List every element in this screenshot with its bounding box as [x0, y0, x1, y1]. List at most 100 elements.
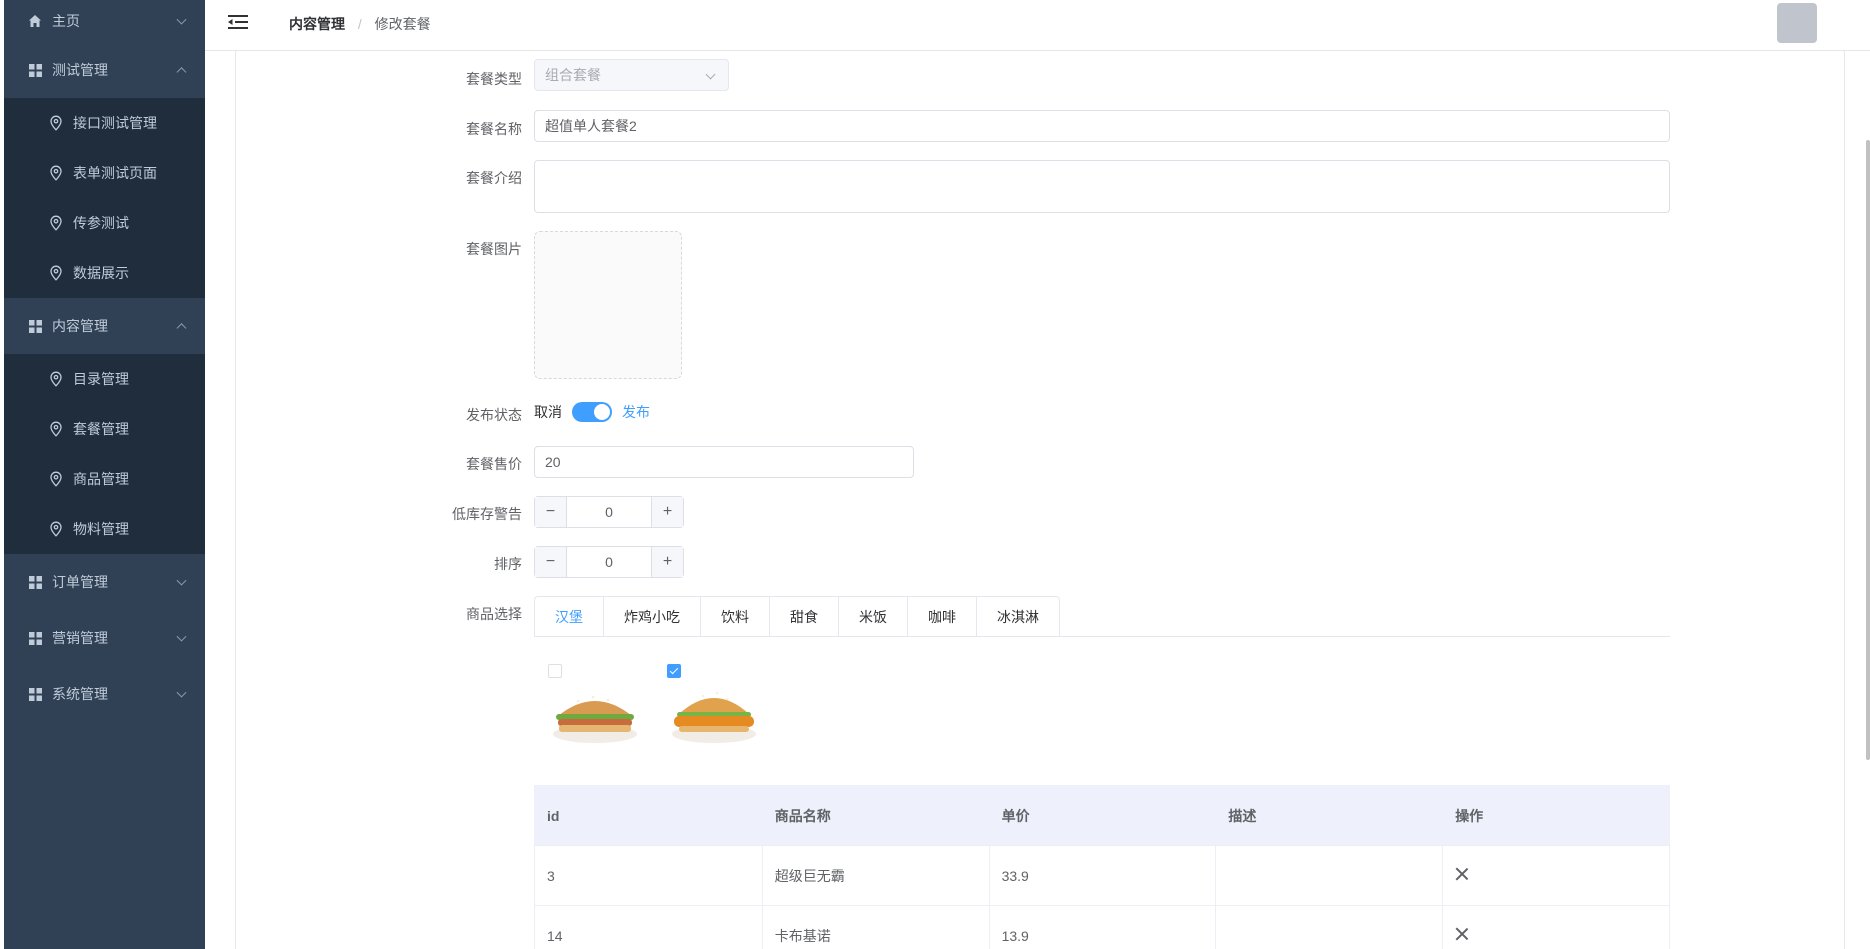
- page-scrollbar[interactable]: [1866, 140, 1870, 760]
- publish-switch[interactable]: [572, 402, 612, 422]
- sidebar-item-combo[interactable]: 套餐管理: [4, 404, 205, 454]
- sidebar-item-products[interactable]: 商品管理: [4, 454, 205, 504]
- stock-alert-label: 低库存警告: [452, 506, 522, 522]
- breadcrumb-separator: /: [357, 16, 362, 32]
- tab-ice-cream[interactable]: 冰淇淋: [976, 597, 1059, 637]
- price-value: 20: [545, 454, 561, 470]
- sidebar-item-data-display[interactable]: 数据展示: [4, 248, 205, 298]
- sidebar-group-system[interactable]: 系统管理: [4, 666, 205, 722]
- sidebar-item-label: 物料管理: [73, 521, 129, 537]
- sidebar-item-label: 目录管理: [73, 371, 129, 387]
- combo-name-input[interactable]: 超值单人套餐2: [534, 110, 1670, 142]
- price-input[interactable]: 20: [534, 446, 914, 478]
- product-select-label: 商品选择: [466, 606, 522, 622]
- table-row: 14 卡布基诺 13.9: [534, 905, 1670, 949]
- sidebar-group-marketing[interactable]: 营销管理: [4, 610, 205, 666]
- switch-knob: [594, 404, 610, 420]
- combo-name-value: 超值单人套餐2: [545, 118, 637, 134]
- sidebar-group-content[interactable]: 内容管理: [4, 298, 205, 354]
- type-label: 套餐类型: [466, 71, 522, 87]
- selected-products-table: id 商品名称 单价 描述 操作 3 超级巨无霸 33.9 14 卡布基诺 13…: [534, 785, 1670, 949]
- tab-fried-chicken[interactable]: 炸鸡小吃: [603, 597, 700, 637]
- sidebar-item-label: 套餐管理: [73, 421, 129, 437]
- product-card[interactable]: [548, 664, 648, 754]
- close-icon[interactable]: [1455, 927, 1469, 941]
- sidebar-item-materials[interactable]: 物料管理: [4, 504, 205, 554]
- increment-button[interactable]: +: [651, 547, 683, 577]
- sort-stepper: − 0 +: [534, 546, 684, 578]
- cell-id: 14: [534, 905, 763, 949]
- switch-on-label[interactable]: 发布: [622, 402, 650, 422]
- chevron-up-icon: [176, 67, 187, 78]
- sidebar-item-home[interactable]: 主页: [4, 0, 205, 42]
- avatar[interactable]: [1777, 3, 1817, 43]
- stock-alert-value[interactable]: 0: [567, 497, 651, 527]
- location-icon: [50, 521, 62, 537]
- sort-value[interactable]: 0: [567, 547, 651, 577]
- grid-icon: [28, 631, 42, 645]
- name-label: 套餐名称: [466, 121, 522, 137]
- sidebar-group-label: 测试管理: [52, 62, 108, 78]
- sidebar-group-label: 内容管理: [52, 318, 108, 334]
- price-label: 套餐售价: [466, 456, 522, 472]
- column-header: 描述: [1215, 785, 1444, 846]
- tab-desserts[interactable]: 甜食: [769, 597, 838, 637]
- publish-switch-group: 取消 发布: [534, 402, 650, 422]
- sidebar-item-label: 商品管理: [73, 471, 129, 487]
- status-label: 发布状态: [466, 407, 522, 423]
- chevron-down-icon: [705, 69, 716, 80]
- increment-button[interactable]: +: [651, 497, 683, 527]
- decrement-button[interactable]: −: [535, 547, 567, 577]
- category-tabs: 汉堡 炸鸡小吃 饮料 甜食 米饭 咖啡 冰淇淋: [534, 596, 1060, 637]
- switch-off-label[interactable]: 取消: [534, 402, 562, 422]
- sidebar-item-form-test[interactable]: 表单测试页面: [4, 148, 205, 198]
- sidebar-group-orders[interactable]: 订单管理: [4, 554, 205, 610]
- location-icon: [50, 421, 62, 437]
- sidebar-item-param-test[interactable]: 传参测试: [4, 198, 205, 248]
- stock-alert-stepper: − 0 +: [534, 496, 684, 528]
- image-upload[interactable]: [534, 231, 682, 379]
- sidebar-item-label: 表单测试页面: [73, 165, 157, 181]
- image-label: 套餐图片: [466, 241, 522, 257]
- cell-desc: [1215, 845, 1444, 906]
- tab-coffee[interactable]: 咖啡: [907, 597, 976, 637]
- sidebar-item-label: 数据展示: [73, 265, 129, 281]
- chevron-down-icon: [176, 575, 187, 586]
- column-header: 操作: [1442, 785, 1670, 846]
- location-icon: [50, 165, 62, 181]
- sidebar-item-label: 主页: [52, 13, 80, 29]
- breadcrumb-parent[interactable]: 内容管理: [289, 16, 345, 32]
- table-header-row: id 商品名称 单价 描述 操作: [534, 785, 1670, 846]
- sidebar-group-label: 订单管理: [52, 574, 108, 590]
- cell-desc: [1215, 905, 1444, 949]
- submenu-test: 接口测试管理 表单测试页面 传参测试 数据展示: [4, 98, 205, 298]
- intro-label: 套餐介绍: [466, 170, 522, 186]
- sidebar-group-label: 营销管理: [52, 630, 108, 646]
- chicken-burger-image: [553, 696, 637, 743]
- chevron-down-icon: [176, 631, 187, 642]
- location-icon: [50, 471, 62, 487]
- column-header: id: [534, 785, 763, 846]
- cell-price: 13.9: [988, 905, 1217, 949]
- chevron-down-icon: [176, 687, 187, 698]
- decrement-button[interactable]: −: [535, 497, 567, 527]
- grid-icon: [28, 63, 42, 77]
- sidebar-item-label: 传参测试: [73, 215, 129, 231]
- sidebar-item-catalog[interactable]: 目录管理: [4, 354, 205, 404]
- breadcrumb-current: 修改套餐: [374, 16, 431, 32]
- sidebar-group-test[interactable]: 测试管理: [4, 42, 205, 98]
- tab-drinks[interactable]: 饮料: [700, 597, 769, 637]
- combo-type-value: 组合套餐: [545, 67, 601, 83]
- combo-intro-textarea[interactable]: [534, 160, 1670, 213]
- sidebar: 主页 测试管理 接口测试管理 表单测试页面 传参测试 数据展示 内容管理 目录管…: [4, 0, 205, 949]
- combo-type-select[interactable]: 组合套餐: [534, 59, 729, 91]
- tab-rice[interactable]: 米饭: [838, 597, 907, 637]
- tab-burger[interactable]: 汉堡: [535, 597, 603, 637]
- product-card[interactable]: [667, 664, 767, 754]
- close-icon[interactable]: [1455, 867, 1469, 881]
- menu-fold-icon[interactable]: [228, 14, 248, 30]
- sidebar-item-label: 接口测试管理: [73, 115, 157, 131]
- cell-action: [1442, 845, 1670, 906]
- sidebar-item-api-test[interactable]: 接口测试管理: [4, 98, 205, 148]
- location-icon: [50, 265, 62, 281]
